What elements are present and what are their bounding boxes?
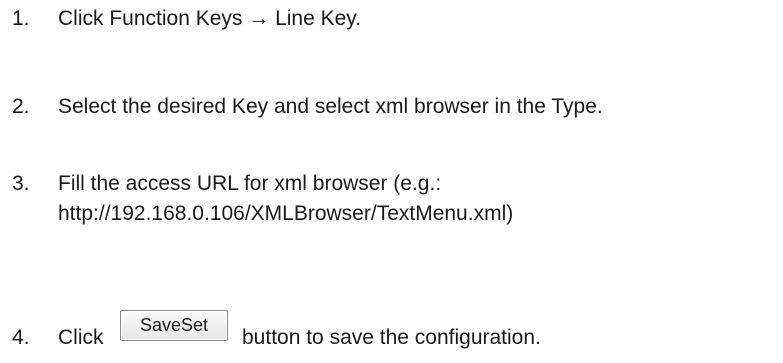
saveset-button[interactable]: SaveSet (120, 310, 228, 341)
step-text: Click (58, 326, 104, 349)
step-number: 3. (12, 172, 30, 195)
step-text: Click Function Keys → Line Key. (58, 7, 362, 30)
step-number: 4. (12, 326, 30, 349)
step-text: Fill the access URL for xml browser (e.g… (58, 172, 442, 195)
step-text-after-button: button to save the configuration. (242, 326, 541, 349)
step-number: 2. (12, 95, 30, 118)
step-number: 1. (12, 7, 30, 30)
step-text: Select the desired Key and select xml br… (58, 95, 603, 118)
step-url-text: http://192.168.0.106/XMLBrowser/TextMenu… (58, 202, 514, 225)
